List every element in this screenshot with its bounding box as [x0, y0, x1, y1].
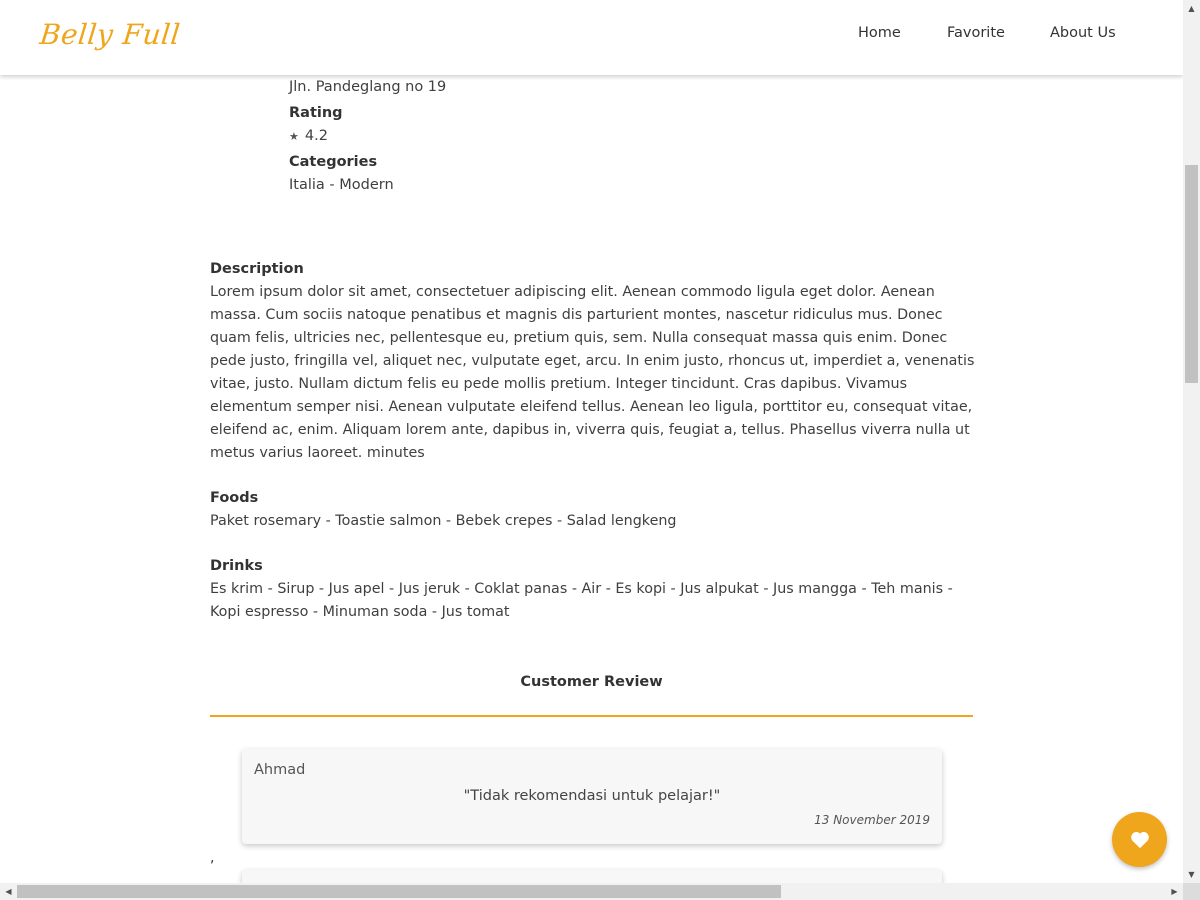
drinks-section: Drinks Es krim - Sirup - Jus apel - Jus … [210, 555, 975, 624]
star-icon: ★ [289, 130, 299, 143]
horizontal-scroll-thumb[interactable] [17, 885, 781, 898]
review-divider [210, 715, 973, 717]
scroll-left-arrow-icon[interactable]: ◀ [0, 883, 17, 900]
heart-icon [1130, 831, 1149, 848]
review-card: Ahmad "Tidak rekomendasi untuk pelajar!"… [242, 749, 942, 844]
review-card-partial [242, 870, 942, 883]
description-section: Description Lorem ipsum dolor sit amet, … [210, 258, 975, 465]
categories-label: Categories [289, 154, 378, 170]
drinks-label: Drinks [210, 558, 263, 574]
scroll-up-arrow-icon[interactable]: ▲ [1183, 0, 1200, 17]
nav-home-link[interactable]: Home [858, 25, 901, 41]
nav-favorite-link[interactable]: Favorite [947, 25, 1005, 41]
app-header: Belly Full Home Favorite About Us [0, 0, 1183, 75]
scroll-down-arrow-icon[interactable]: ▼ [1183, 866, 1200, 883]
vertical-scrollbar[interactable]: ▲ ▼ [1183, 0, 1200, 883]
nav-about-link[interactable]: About Us [1050, 25, 1116, 41]
description-text: Lorem ipsum dolor sit amet, consectetuer… [210, 284, 975, 461]
restaurant-address: Jln. Pandeglang no 19 [289, 79, 447, 95]
customer-review-heading: Customer Review [520, 674, 663, 690]
categories-value: Italia - Modern [289, 177, 394, 193]
rating-row: ★ 4.2 [289, 128, 446, 144]
foods-text: Paket rosemary - Toastie salmon - Bebek … [210, 513, 677, 529]
rating-label: Rating [289, 105, 343, 121]
review-separator: , [210, 850, 215, 866]
review-date: 13 November 2019 [814, 813, 930, 827]
page-viewport: Belly Full Home Favorite About Us Jln. P… [0, 0, 1183, 883]
rating-value: 4.2 [304, 128, 328, 144]
scrollbar-corner [1183, 883, 1200, 900]
brand-logo[interactable]: Belly Full [38, 18, 182, 51]
description-label: Description [210, 261, 304, 277]
drinks-text: Es krim - Sirup - Jus apel - Jus jeruk -… [210, 581, 953, 620]
restaurant-info: Jln. Pandeglang no 19 Rating ★ 4.2 Catego… [289, 79, 446, 193]
vertical-scroll-thumb[interactable] [1185, 165, 1198, 383]
favorite-button[interactable] [1112, 812, 1167, 867]
foods-label: Foods [210, 490, 259, 506]
reviewer-name: Ahmad [254, 762, 306, 778]
scroll-right-arrow-icon[interactable]: ▶ [1166, 883, 1183, 900]
foods-section: Foods Paket rosemary - Toastie salmon - … [210, 487, 975, 533]
review-text: "Tidak rekomendasi untuk pelajar!" [463, 788, 721, 804]
horizontal-scrollbar[interactable]: ◀ ▶ [0, 883, 1183, 900]
